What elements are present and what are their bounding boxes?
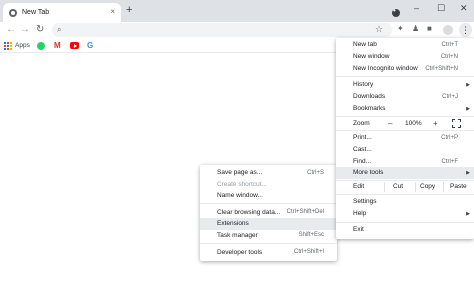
menu-item-cast[interactable]: Cast... <box>336 144 474 156</box>
menu-item-find[interactable]: Find... Ctrl+F <box>336 156 474 168</box>
menu-divider <box>336 116 474 117</box>
menu-divider <box>336 194 474 195</box>
zoom-in-button[interactable]: + <box>433 119 438 128</box>
submenu-arrow-icon: ▶ <box>466 169 470 176</box>
menu-item-more-tools[interactable]: More tools ▶ <box>336 167 474 179</box>
menu-item-clear-browsing-data[interactable]: Clear browsing data... Ctrl+Shift+Del <box>200 207 337 219</box>
chrome-main-menu: New tab Ctrl+T New window Ctrl+N New Inc… <box>336 38 474 239</box>
fullscreen-icon[interactable] <box>452 119 461 129</box>
whatsapp-icon <box>37 41 45 50</box>
menu-divider <box>200 203 337 204</box>
menu-item-create-shortcut[interactable]: Create shortcut... <box>200 179 337 191</box>
submenu-arrow-icon: ▶ <box>466 210 470 217</box>
zoom-out-button[interactable]: – <box>388 119 392 128</box>
menu-item-new-window[interactable]: New window Ctrl+N <box>336 51 474 63</box>
menu-item-settings[interactable]: Settings <box>336 196 474 208</box>
menu-item-downloads[interactable]: Downloads Ctrl+J <box>336 91 474 103</box>
record-icon <box>392 6 400 17</box>
cut-button[interactable]: Cut <box>393 183 403 190</box>
zoom-level: 100% <box>405 120 422 128</box>
back-button[interactable]: ← <box>6 24 16 36</box>
puzzle-extension-icon[interactable]: ✦ <box>397 24 404 33</box>
new-tab-button[interactable]: + <box>126 5 132 16</box>
menu-divider <box>336 222 474 223</box>
address-bar[interactable]: ⌕ <box>52 23 392 37</box>
chrome-icon <box>9 8 17 17</box>
bookmark-apps[interactable]: Apps <box>4 41 30 50</box>
menu-item-developer-tools[interactable]: Developer tools Ctrl+Shift+I <box>200 247 337 259</box>
bookmark-youtube[interactable] <box>70 41 79 50</box>
profile-avatar[interactable] <box>443 25 453 35</box>
menu-item-save-page[interactable]: Save page as... Ctrl+S <box>200 167 337 179</box>
forward-button[interactable]: → <box>20 24 30 36</box>
menu-item-task-manager[interactable]: Task manager Shift+Esc <box>200 230 337 242</box>
menu-item-new-tab[interactable]: New tab Ctrl+T <box>336 39 474 51</box>
menu-item-zoom: Zoom – 100% + <box>336 118 474 130</box>
menu-item-history[interactable]: History ▶ <box>336 79 474 91</box>
tab-close-icon[interactable]: × <box>110 7 115 17</box>
extension-icon-2[interactable]: ■ <box>427 24 432 33</box>
reload-button[interactable]: ↻ <box>36 24 44 36</box>
submenu-arrow-icon: ▶ <box>466 105 470 112</box>
menu-divider <box>336 76 474 77</box>
menu-item-extensions[interactable]: Extensions <box>200 218 337 230</box>
tab-new-tab[interactable]: New Tab × <box>3 3 121 22</box>
copy-button[interactable]: Copy <box>420 183 435 190</box>
maximize-button[interactable]: ☐ <box>437 3 445 14</box>
menu-item-new-incognito-window[interactable]: New Incognito window Ctrl+Shift+N <box>336 63 474 75</box>
bookmark-star-icon[interactable]: ☆ <box>375 24 383 35</box>
menu-divider <box>336 130 474 131</box>
extension-icon[interactable]: ♟ <box>412 24 419 33</box>
toolbar: ← → ↻ ⌕ ☆ ✦ ♟ ■ ⋮ <box>0 22 474 39</box>
more-tools-submenu: Save page as... Ctrl+S Create shortcut..… <box>200 165 337 261</box>
menu-divider <box>200 243 337 244</box>
browser-window: New Tab × + – ☐ ✕ ← → ↻ ⌕ ☆ ✦ ♟ ■ ⋮ Apps… <box>0 0 474 287</box>
tab-title: New Tab <box>22 9 50 16</box>
search-icon: ⌕ <box>57 25 62 34</box>
bookmark-whatsapp[interactable] <box>37 41 45 50</box>
menu-item-name-window[interactable]: Name window... <box>200 190 337 202</box>
bookmark-google[interactable]: G <box>87 41 93 50</box>
menu-item-edit: Edit Cut Copy Paste <box>353 182 467 192</box>
minimize-button[interactable]: – <box>414 3 419 13</box>
menu-item-exit[interactable]: Exit <box>336 224 474 236</box>
close-window-button[interactable]: ✕ <box>460 3 468 14</box>
gmail-icon: M <box>54 41 61 50</box>
menu-item-print[interactable]: Print... Ctrl+P <box>336 132 474 144</box>
apps-label: Apps <box>15 42 30 49</box>
menu-item-bookmarks[interactable]: Bookmarks ▶ <box>336 103 474 115</box>
paste-button[interactable]: Paste <box>450 183 467 190</box>
google-icon: G <box>87 41 94 50</box>
menu-kebab-icon[interactable]: ⋮ <box>459 23 472 37</box>
tab-strip: New Tab × + – ☐ ✕ <box>0 0 474 22</box>
menu-item-help[interactable]: Help ▶ <box>336 208 474 220</box>
youtube-icon <box>70 42 79 49</box>
bookmark-gmail[interactable]: M <box>54 41 61 50</box>
apps-grid-icon <box>4 41 12 50</box>
submenu-arrow-icon: ▶ <box>466 81 470 88</box>
